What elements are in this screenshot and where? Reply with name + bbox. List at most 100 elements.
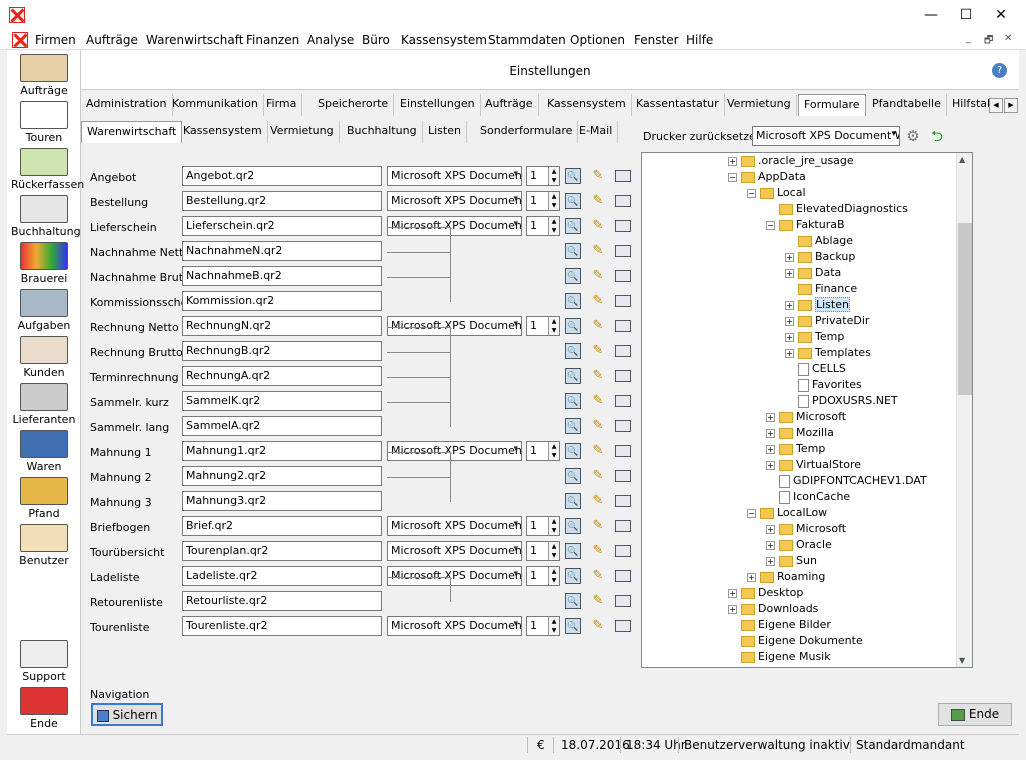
- preview-icon[interactable]: 🔍: [565, 443, 581, 459]
- copies-stepper[interactable]: 1 ▲ ▼: [526, 166, 560, 186]
- menu-firmen[interactable]: Firmen: [35, 33, 76, 47]
- form-file-input[interactable]: Ladeliste.qr2: [182, 566, 382, 586]
- preview-icon[interactable]: 🔍: [565, 593, 581, 609]
- preview-icon[interactable]: 🔍: [565, 343, 581, 359]
- stepper-arrows-icon[interactable]: ▲ ▼: [548, 517, 559, 535]
- expand-toggle-icon[interactable]: −: [747, 188, 756, 198]
- sidebar-item-buchhaltung[interactable]: Buchhaltung: [11, 195, 81, 241]
- printer-icon[interactable]: [615, 595, 631, 607]
- stepper-arrows-icon[interactable]: ▲ ▼: [548, 192, 559, 210]
- tree-node[interactable]: + Temp: [785, 329, 844, 345]
- form-file-input[interactable]: Bestellung.qr2: [182, 191, 382, 211]
- expand-toggle-icon[interactable]: +: [785, 300, 794, 310]
- gear-icon[interactable]: ⚙: [904, 127, 922, 145]
- sidebar-item-benutzer[interactable]: Benutzer: [11, 524, 77, 570]
- printer-icon[interactable]: [615, 370, 631, 382]
- subtab-email[interactable]: E-Mail: [574, 121, 619, 143]
- minimize-button[interactable]: —: [913, 0, 949, 30]
- expand-toggle-icon[interactable]: +: [785, 332, 794, 342]
- menu-warenwirtschaft[interactable]: Warenwirtschaft: [146, 33, 243, 47]
- tree-node[interactable]: + Microsoft: [766, 409, 846, 425]
- expand-toggle-icon[interactable]: +: [766, 444, 775, 454]
- preview-icon[interactable]: 🔍: [565, 468, 581, 484]
- menu-logo-icon[interactable]: [12, 32, 28, 48]
- printer-icon[interactable]: [615, 320, 631, 332]
- expand-toggle-icon[interactable]: +: [766, 428, 775, 438]
- form-file-input[interactable]: SammelA.qr2: [182, 416, 382, 436]
- form-file-input[interactable]: Mahnung3.qr2: [182, 491, 382, 511]
- form-file-input[interactable]: NachnahmeN.qr2: [182, 241, 382, 261]
- tree-node[interactable]: Eigene Bilder: [728, 617, 831, 633]
- stepper-arrows-icon[interactable]: ▲ ▼: [548, 542, 559, 560]
- edit-pencil-icon[interactable]: ✎: [590, 543, 606, 559]
- tree-node[interactable]: − LocalLow: [747, 505, 827, 521]
- preview-icon[interactable]: 🔍: [565, 518, 581, 534]
- expand-toggle-icon[interactable]: +: [766, 412, 775, 422]
- sidebar-item-rueckerfassen[interactable]: Rückerfassen: [11, 148, 84, 194]
- tree-node[interactable]: + PrivateDir: [785, 313, 869, 329]
- sidebar-item-auftraege[interactable]: Aufträge: [11, 54, 77, 100]
- tab-vermietung[interactable]: Vermietung: [722, 94, 797, 116]
- help-icon[interactable]: ?: [992, 63, 1007, 78]
- printer-select[interactable]: Microsoft XPS Documen ▾: [387, 191, 522, 211]
- tab-kommunikation[interactable]: Kommunikation: [167, 94, 264, 116]
- copies-stepper[interactable]: 1 ▲ ▼: [526, 566, 560, 586]
- tree-node[interactable]: + Templates: [785, 345, 871, 361]
- edit-pencil-icon[interactable]: ✎: [590, 593, 606, 609]
- expand-toggle-icon[interactable]: +: [766, 540, 775, 550]
- sidebar-item-pfand[interactable]: Pfand: [11, 477, 77, 523]
- menu-auftraege[interactable]: Aufträge: [86, 33, 138, 47]
- subtab-sonderformulare[interactable]: Sonderformulare: [475, 121, 579, 143]
- sidebar-item-waren[interactable]: Waren: [11, 430, 77, 476]
- tree-node[interactable]: + VirtualStore: [766, 457, 861, 473]
- mdi-minimize-button[interactable]: _: [966, 33, 971, 44]
- edit-pencil-icon[interactable]: ✎: [590, 243, 606, 259]
- tree-scrollbar[interactable]: ▲ ▼: [956, 153, 972, 667]
- subtab-listen[interactable]: Listen: [423, 121, 467, 143]
- subtab-warenwirtschaft[interactable]: Warenwirtschaft: [81, 121, 183, 143]
- copies-stepper[interactable]: 1 ▲ ▼: [526, 616, 560, 636]
- edit-pencil-icon[interactable]: ✎: [590, 393, 606, 409]
- sidebar-item-kunden[interactable]: Kunden: [11, 336, 77, 382]
- expand-toggle-icon[interactable]: +: [728, 604, 737, 614]
- edit-pencil-icon[interactable]: ✎: [590, 468, 606, 484]
- tab-firma[interactable]: Firma: [261, 94, 303, 116]
- form-file-input[interactable]: Mahnung2.qr2: [182, 466, 382, 486]
- expand-toggle-icon[interactable]: +: [728, 156, 737, 166]
- stepper-arrows-icon[interactable]: ▲ ▼: [548, 317, 559, 335]
- expand-toggle-icon[interactable]: +: [785, 252, 794, 262]
- expand-toggle-icon[interactable]: +: [728, 588, 737, 598]
- tree-node[interactable]: + Roaming: [747, 569, 825, 585]
- printer-icon[interactable]: [615, 170, 631, 182]
- sidebar-item-lieferanten[interactable]: Lieferanten: [11, 383, 77, 429]
- expand-toggle-icon[interactable]: +: [785, 348, 794, 358]
- preview-icon[interactable]: 🔍: [565, 393, 581, 409]
- mdi-close-button[interactable]: ✕: [1004, 33, 1012, 44]
- tree-node[interactable]: + Listen: [785, 297, 850, 313]
- edit-pencil-icon[interactable]: ✎: [590, 443, 606, 459]
- tree-node[interactable]: CELLS: [785, 361, 846, 377]
- edit-pencil-icon[interactable]: ✎: [590, 518, 606, 534]
- printer-icon[interactable]: [615, 195, 631, 207]
- preview-icon[interactable]: 🔍: [565, 193, 581, 209]
- tree-node[interactable]: + Downloads: [728, 601, 818, 617]
- maximize-button[interactable]: ☐: [948, 0, 984, 30]
- edit-pencil-icon[interactable]: ✎: [590, 268, 606, 284]
- preview-icon[interactable]: 🔍: [565, 543, 581, 559]
- form-file-input[interactable]: Brief.qr2: [182, 516, 382, 536]
- tree-node[interactable]: Ablage: [785, 233, 853, 249]
- preview-icon[interactable]: 🔍: [565, 568, 581, 584]
- scroll-up-icon[interactable]: ▲: [959, 155, 965, 164]
- tab-pfandtabelle[interactable]: Pfandtabelle: [867, 94, 947, 116]
- printer-reset-select[interactable]: Microsoft XPS Document W ▾: [752, 126, 900, 146]
- preview-icon[interactable]: 🔍: [565, 218, 581, 234]
- tab-administration[interactable]: Administration: [81, 94, 173, 116]
- menu-analyse[interactable]: Analyse: [307, 33, 354, 47]
- preview-icon[interactable]: 🔍: [565, 493, 581, 509]
- edit-pencil-icon[interactable]: ✎: [590, 568, 606, 584]
- printer-icon[interactable]: [615, 295, 631, 307]
- tree-node[interactable]: + Data: [785, 265, 841, 281]
- sidebar-item-support[interactable]: Support: [11, 640, 77, 686]
- printer-select[interactable]: Microsoft XPS Documen ▾: [387, 541, 522, 561]
- edit-pencil-icon[interactable]: ✎: [590, 343, 606, 359]
